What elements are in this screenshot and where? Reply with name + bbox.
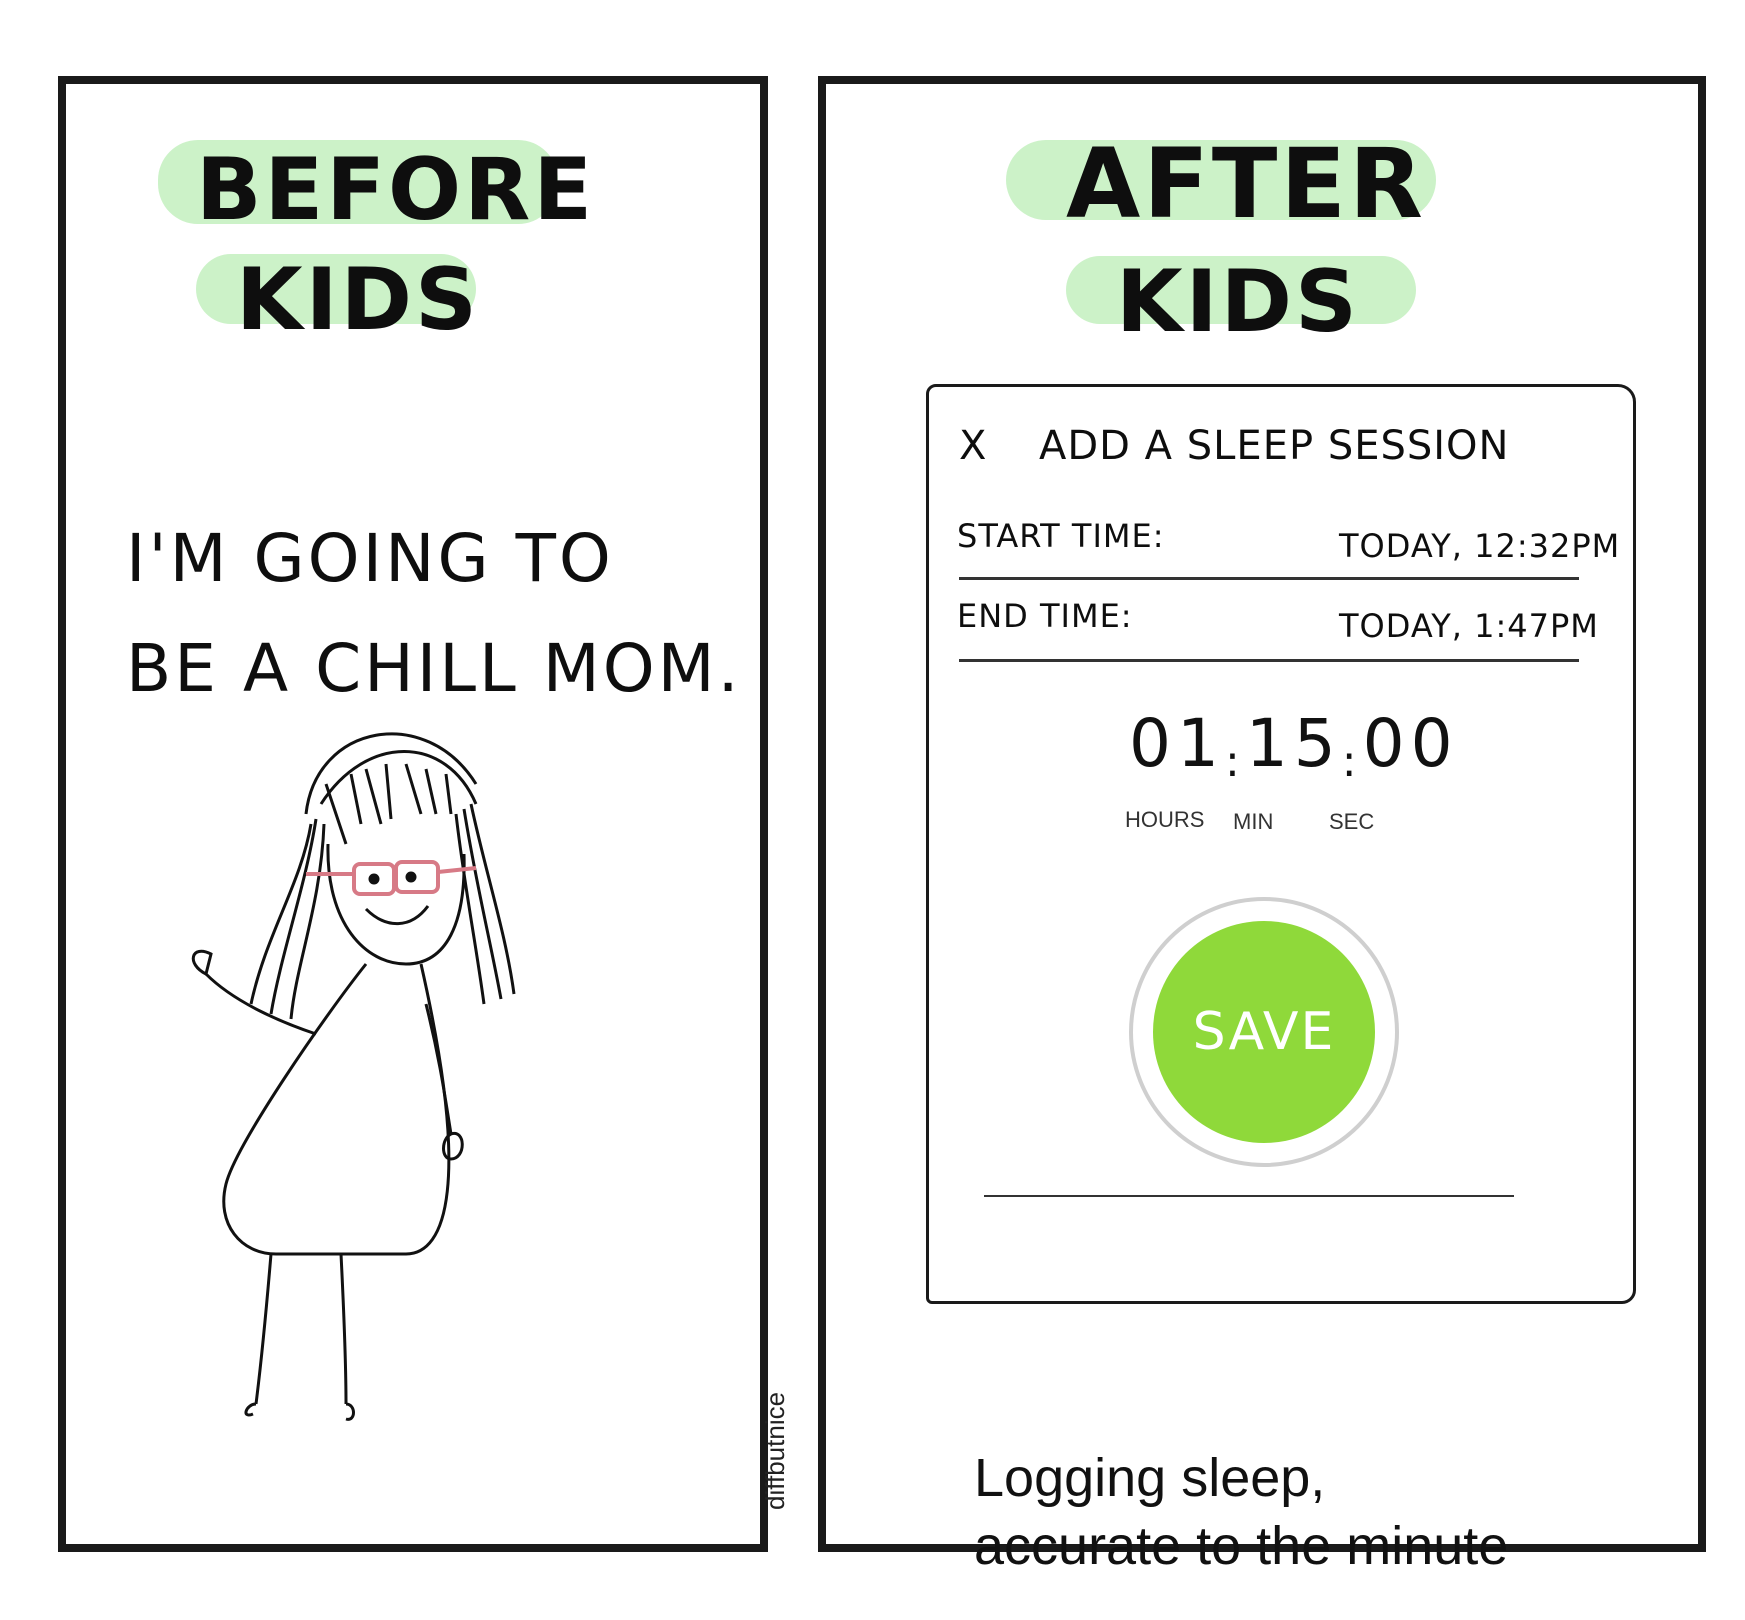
timer-display: 01:15:00	[1129, 705, 1459, 787]
watermark: diffbutnice	[760, 1391, 790, 1510]
sleep-session-dialog: X ADD A SLEEP SESSION START TIME: TODAY,…	[926, 384, 1636, 1304]
close-button[interactable]: X	[959, 423, 987, 469]
start-time-label: START TIME:	[957, 517, 1165, 555]
end-time-value[interactable]: TODAY, 1:47PM	[1339, 607, 1599, 645]
timer-seconds: 00	[1362, 705, 1459, 782]
start-time-value[interactable]: TODAY, 12:32PM	[1339, 527, 1620, 565]
end-time-label: END TIME:	[957, 597, 1133, 635]
after-title: AFTER	[1066, 128, 1426, 240]
after-kids-panel: AFTER KIDS X ADD A SLEEP SESSION START T…	[818, 76, 1706, 1576]
dialog-title: ADD A SLEEP SESSION	[1039, 423, 1510, 469]
hours-unit-label: HOURS	[1125, 807, 1205, 832]
timer-separator-1: :	[1224, 736, 1246, 787]
hair	[249, 732, 516, 1020]
mom-figure-illustration	[191, 732, 516, 1421]
save-button-ring: SAVE	[1129, 897, 1399, 1167]
before-kids-panel: BEFORE KIDS I'M GOING TO BE A CHILL MOM.	[58, 76, 768, 1552]
timer-minutes: 15	[1245, 705, 1342, 782]
timer-hours: 01	[1129, 705, 1225, 782]
start-time-divider	[959, 577, 1579, 580]
timer-separator-2: :	[1341, 736, 1363, 787]
kids-title-right: KIDS	[1116, 252, 1360, 352]
caption-line-2: accurate to the minute	[974, 1516, 1509, 1576]
caption-line-1: Logging sleep,	[974, 1448, 1326, 1508]
body	[191, 949, 464, 1421]
sec-unit-label: SEC	[1329, 809, 1375, 834]
caption: Logging sleep, accurate to the minute	[974, 1444, 1508, 1580]
face	[326, 843, 466, 966]
save-button[interactable]: SAVE	[1153, 921, 1375, 1143]
bottom-divider	[984, 1195, 1514, 1197]
end-time-divider	[959, 659, 1579, 662]
min-unit-label: MIN	[1233, 809, 1274, 834]
